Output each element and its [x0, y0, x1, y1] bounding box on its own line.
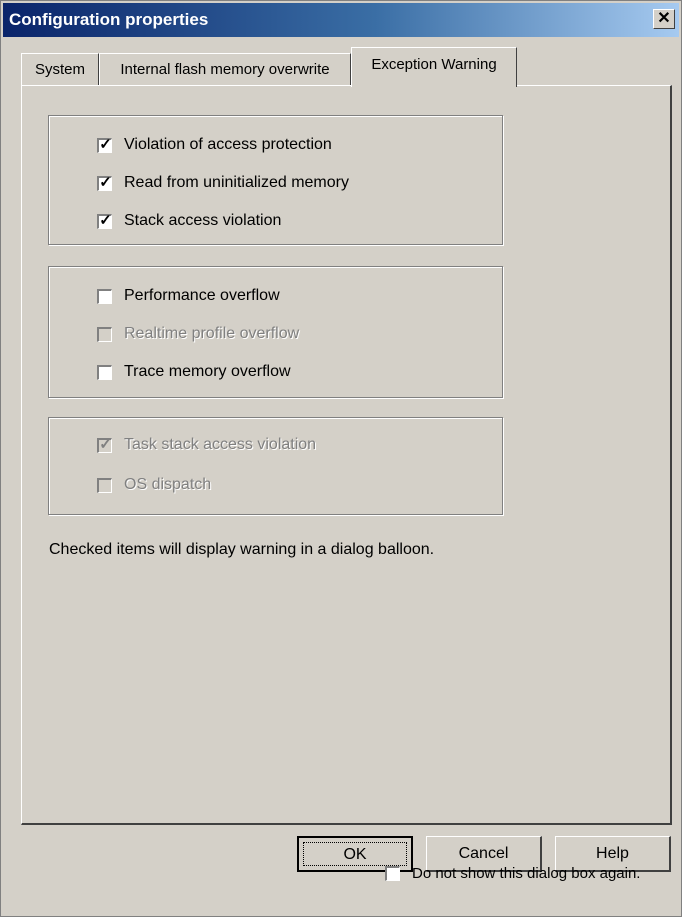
checkmark-icon: ✓	[99, 135, 112, 153]
do-not-show-again-label: Do not show this dialog box again.	[412, 864, 641, 882]
close-icon: ✕	[657, 10, 671, 27]
realtime-profile-overflow-checkbox	[97, 326, 112, 342]
configuration-properties-dialog: Configuration properties ✕ System Intern…	[0, 0, 682, 917]
close-button[interactable]: ✕	[653, 9, 675, 29]
title-bar: Configuration properties ✕	[3, 3, 679, 37]
tab-internal-flash-memory-overwrite[interactable]: Internal flash memory overwrite	[99, 53, 351, 85]
task-stack-access-violation-option: ✓ Task stack access violation	[97, 434, 316, 456]
tab-internal-flash-label: Internal flash memory overwrite	[120, 61, 330, 78]
checkmark-icon: ✓	[99, 211, 112, 229]
realtime-profile-overflow-label: Realtime profile overflow	[124, 325, 300, 342]
info-note: Checked items will display warning in a …	[49, 541, 435, 558]
read-uninitialized-memory-label: Read from uninitialized memory	[124, 174, 349, 191]
dialog-title: Configuration properties	[9, 10, 209, 29]
trace-memory-overflow-checkbox[interactable]	[97, 364, 112, 380]
tab-exception-warning-label: Exception Warning	[371, 56, 497, 73]
violation-access-protection-option[interactable]: ✓ Violation of access protection	[97, 134, 332, 156]
trace-memory-overflow-label: Trace memory overflow	[124, 363, 291, 380]
do-not-show-again-checkbox[interactable]	[385, 865, 400, 881]
violation-access-protection-label: Violation of access protection	[124, 136, 332, 153]
checkmark-icon: ✓	[99, 173, 112, 191]
os-dispatch-checkbox	[97, 477, 112, 493]
performance-overflow-checkbox[interactable]	[97, 288, 112, 304]
checkmark-icon: ✓	[99, 435, 112, 453]
tab-system-label: System	[34, 61, 85, 78]
performance-overflow-label: Performance overflow	[124, 287, 280, 304]
do-not-show-again-option[interactable]: Do not show this dialog box again.	[385, 862, 640, 884]
task-stack-access-violation-label: Task stack access violation	[124, 436, 317, 453]
os-group: ✓ Task stack access violation OS dispatc…	[48, 417, 503, 515]
performance-overflow-option[interactable]: Performance overflow	[97, 285, 280, 307]
trace-memory-overflow-option[interactable]: Trace memory overflow	[97, 361, 291, 383]
stack-access-violation-label: Stack access violation	[124, 212, 282, 229]
tab-system[interactable]: System	[21, 53, 99, 85]
read-uninitialized-memory-option[interactable]: ✓ Read from uninitialized memory	[97, 172, 349, 194]
stack-access-violation-checkbox[interactable]: ✓	[97, 211, 112, 229]
overflow-group: Performance overflow Realtime profile ov…	[48, 266, 503, 398]
os-dispatch-label: OS dispatch	[124, 476, 212, 493]
access-violations-group: ✓ Violation of access protection ✓ Read …	[48, 115, 503, 245]
help-button-label: Help	[596, 845, 629, 862]
stack-access-violation-option[interactable]: ✓ Stack access violation	[97, 210, 281, 232]
tab-exception-warning[interactable]: Exception Warning	[351, 47, 517, 87]
task-stack-access-violation-checkbox: ✓	[97, 435, 112, 453]
cancel-button-label: Cancel	[458, 845, 509, 862]
realtime-profile-overflow-option: Realtime profile overflow	[97, 323, 299, 345]
violation-access-protection-checkbox[interactable]: ✓	[97, 135, 112, 153]
os-dispatch-option: OS dispatch	[97, 474, 211, 496]
read-uninitialized-memory-checkbox[interactable]: ✓	[97, 173, 112, 191]
